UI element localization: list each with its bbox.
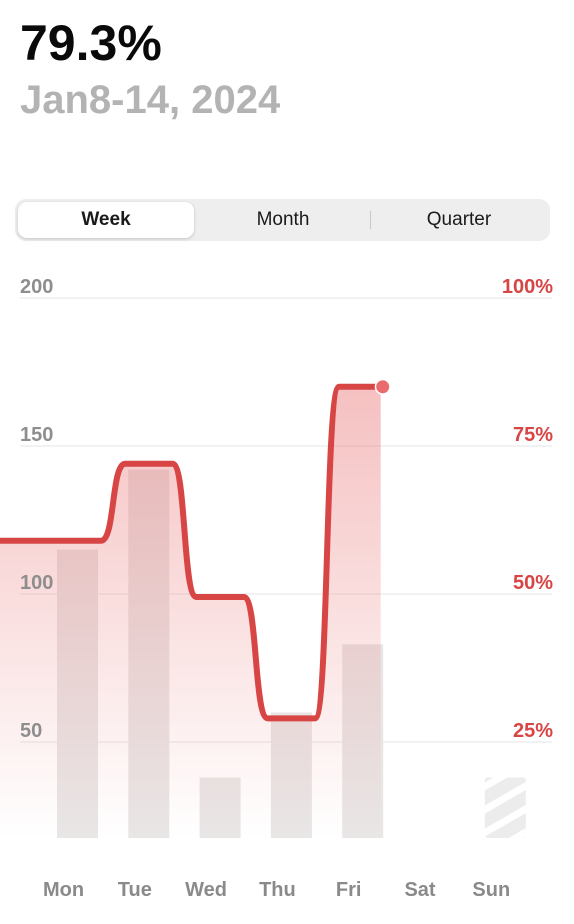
x-tick: Sun (472, 879, 510, 901)
x-tick: Sat (404, 879, 435, 901)
x-tick: Mon (43, 879, 84, 901)
endpoint-marker (376, 380, 390, 394)
x-tick: Thu (259, 879, 296, 901)
y-tick-left: 200 (20, 276, 53, 298)
x-tick: Tue (118, 879, 152, 901)
bar-placeholder (484, 777, 526, 838)
weekly-chart: 200 100% 150 75% 100 50% 50 25% Mon Tue Wed Thu Fri S… (0, 276, 553, 901)
y-tick-right: 100% (502, 276, 553, 298)
y-tick-right: 75% (513, 424, 553, 446)
y-tick-left: 100 (20, 572, 53, 594)
y-tick-right: 50% (513, 572, 553, 594)
x-tick: Fri (336, 879, 362, 901)
y-tick-right: 25% (513, 720, 553, 742)
y-tick-left: 150 (20, 424, 53, 446)
y-tick-left: 50 (20, 720, 42, 742)
x-tick: Wed (185, 879, 227, 901)
